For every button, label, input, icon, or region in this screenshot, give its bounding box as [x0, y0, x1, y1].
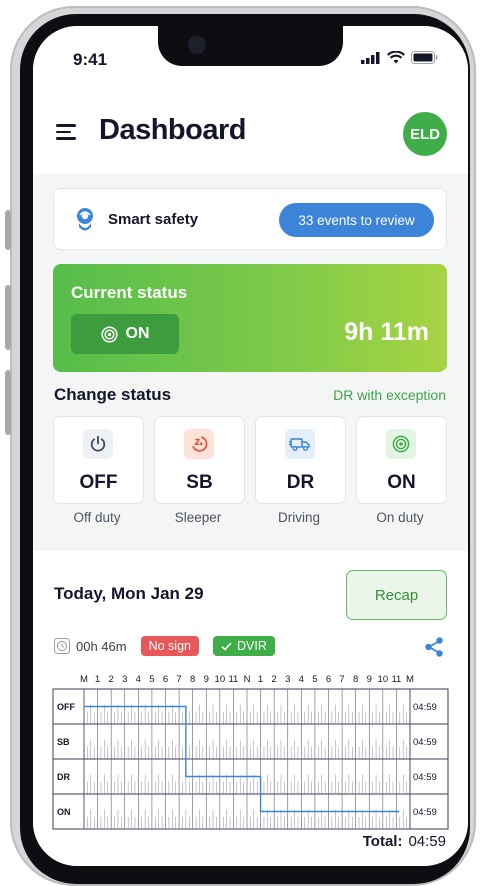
timer-icon [54, 638, 70, 654]
current-status-duration: 9h 11m [344, 318, 429, 346]
events-review-button[interactable]: 33 events to review [279, 203, 434, 237]
hour-tick-label: 3 [285, 674, 290, 685]
hour-tick-label: 5 [312, 674, 317, 685]
hour-tick-label: 2 [272, 674, 277, 685]
hour-tick-label: 1 [258, 674, 263, 685]
hour-tick-label: 9 [204, 674, 209, 685]
log-row-label: ON [57, 807, 71, 817]
log-row-total: 04:59 [413, 737, 437, 748]
hour-tick-label: 9 [367, 674, 372, 685]
status-option-label: Driving [277, 510, 320, 525]
log-date: Today, Mon Jan 29 [54, 584, 204, 603]
hour-tick-label: 11 [391, 674, 401, 685]
hour-tick-label: 3 [122, 674, 127, 685]
hour-tick-label: 6 [326, 674, 331, 685]
log-row-label: OFF [57, 702, 75, 712]
status-option-code: ON [387, 472, 416, 493]
camera [188, 36, 206, 54]
wifi-icon [387, 51, 405, 64]
side-button [5, 285, 11, 350]
current-status-card: Current status ON 9h 11m [53, 264, 447, 372]
hamburger-menu-icon[interactable] [56, 124, 76, 140]
daily-log-section: Today, Mon Jan 29 Recap 00h 46m No sign … [33, 551, 468, 866]
hour-tick-label: 5 [149, 674, 154, 685]
target-icon [386, 429, 416, 459]
change-status-title: Change status [54, 385, 172, 404]
status-option-dr[interactable]: DR [255, 416, 346, 504]
sleeper-icon [184, 429, 214, 459]
status-option-off[interactable]: OFF [53, 416, 144, 504]
clock-time: 9:41 [73, 50, 108, 69]
timer-value: 00h 46m [76, 638, 127, 654]
hour-tick-label: 8 [190, 674, 195, 685]
log-row-label: DR [57, 772, 70, 782]
log-row-total: 04:59 [413, 772, 437, 783]
log-row-total: 04:59 [413, 702, 437, 713]
status-option-on[interactable]: ON [356, 416, 447, 504]
hour-tick-label: M [406, 674, 414, 685]
smart-safety-card[interactable]: Smart safety 33 events to review [53, 188, 447, 250]
side-button [5, 370, 11, 435]
no-sign-label: No sign [148, 639, 191, 653]
current-status-button[interactable]: ON [71, 314, 179, 354]
status-option-label: On duty [376, 510, 424, 525]
total-label: Total: [362, 833, 403, 850]
power-icon [83, 429, 113, 459]
phone-notch [158, 26, 343, 66]
status-option-code: OFF [79, 472, 118, 493]
share-icon[interactable] [423, 636, 445, 658]
hour-tick-label: 4 [136, 674, 141, 685]
log-row-total: 04:59 [413, 807, 437, 818]
recap-button[interactable]: Recap [346, 570, 447, 620]
total-value: 04:59 [408, 833, 446, 850]
app-header: Dashboard ELD [33, 86, 468, 174]
log-info-row: 00h 46m No sign DVIR [54, 635, 275, 657]
status-option-code: SB [186, 472, 213, 493]
dvir-badge[interactable]: DVIR [212, 636, 275, 656]
hour-tick-label: 7 [176, 674, 181, 685]
hour-tick-label: 6 [163, 674, 168, 685]
status-option-label: Off duty [73, 510, 121, 525]
status-icons [361, 51, 438, 64]
dr-exception-link[interactable]: DR with exception [333, 387, 446, 403]
battery-icon [411, 51, 438, 64]
check-icon [221, 641, 232, 651]
smart-safety-label: Smart safety [108, 211, 199, 228]
current-status-title: Current status [71, 283, 188, 302]
dvir-label: DVIR [236, 639, 267, 653]
hour-tick-label: M [80, 674, 88, 685]
status-option-sb[interactable]: SB [154, 416, 245, 504]
hour-tick-label: 2 [109, 674, 114, 685]
avatar[interactable]: ELD [403, 112, 447, 156]
log-total: Total: 04:59 [363, 833, 446, 850]
hour-tick-label: 11 [228, 674, 238, 685]
log-row-label: SB [57, 737, 70, 747]
status-option-code: DR [286, 472, 315, 493]
no-sign-badge[interactable]: No sign [140, 636, 199, 656]
truck-icon [285, 429, 315, 459]
app-screen: 9:41 Dashboard ELD Smart safety 33 event… [33, 26, 468, 866]
hour-tick-label: 10 [215, 674, 226, 685]
target-icon [100, 325, 118, 343]
hos-log-grid: M 1 2 3 4 5 6 7 8 9 10 11 N 1 2 3 4 5 6 7 8 9 10 11 MOFF 04:59SB 0… [52, 674, 449, 830]
status-option-label: Sleeper [174, 510, 222, 525]
smart-safety-icon [77, 208, 93, 231]
hour-tick-label: 4 [299, 674, 304, 685]
page-title: Dashboard [99, 114, 246, 146]
hour-tick-label: 8 [353, 674, 358, 685]
cellular-signal-icon [361, 51, 380, 64]
hour-tick-label: 1 [95, 674, 100, 685]
side-button [5, 210, 11, 250]
hour-tick-label: N [244, 674, 251, 685]
hour-tick-label: 10 [378, 674, 389, 685]
hour-tick-label: 7 [339, 674, 344, 685]
current-status-value: ON [125, 325, 150, 342]
